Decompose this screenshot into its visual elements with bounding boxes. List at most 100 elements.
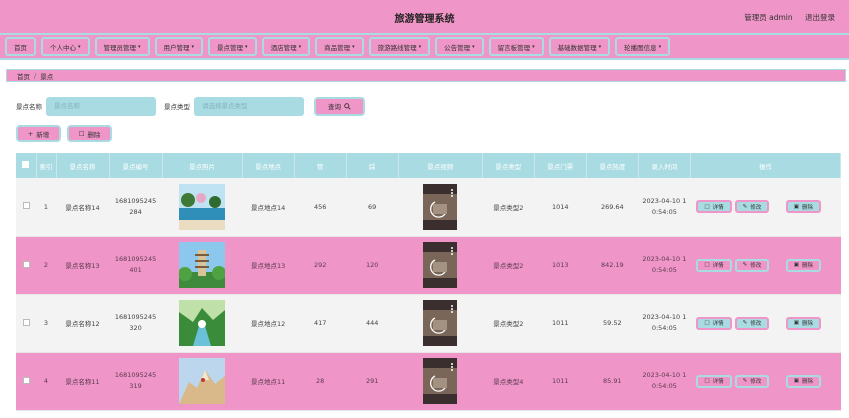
- row-checkbox[interactable]: [22, 260, 30, 268]
- add-button[interactable]: + 新增: [16, 125, 61, 142]
- column-header: 录入时间: [638, 153, 691, 178]
- row-delete-button[interactable]: ▣ 删除: [785, 200, 821, 214]
- row-select-cell[interactable]: [16, 294, 36, 353]
- nav-item[interactable]: 商品管理 ▾: [315, 37, 364, 56]
- nav-item[interactable]: 首页: [5, 37, 36, 56]
- chevron-down-icon: ▾: [191, 43, 195, 50]
- edit-button[interactable]: ✎ 修改: [734, 258, 770, 272]
- row-select-cell[interactable]: [16, 236, 36, 295]
- breadcrumb-home[interactable]: 首页: [17, 71, 30, 81]
- video-cell: [398, 236, 483, 295]
- attraction-photo[interactable]: [162, 300, 242, 346]
- time-cell: 2023-04-10 10:54:05: [638, 236, 691, 295]
- time-text: 2023-04-10 10:54:05: [642, 255, 687, 274]
- index-cell: 2: [36, 236, 56, 295]
- nav-item[interactable]: 管理员管理 ▾: [94, 37, 150, 56]
- attraction-video[interactable]: [398, 300, 482, 346]
- type-search-select[interactable]: [194, 96, 304, 116]
- nav-item[interactable]: 公告管理 ▾: [435, 37, 484, 56]
- table-header: 索引 景点名称 景点编号 景点照片 景点地点赞踩景点视频 景点类型 景点门票 景点热度 录入时间…: [16, 153, 842, 178]
- row-delete-button[interactable]: ▣ 删除: [785, 258, 821, 272]
- detail-button[interactable]: □ 详情: [696, 316, 732, 330]
- column-header: 景点门票: [534, 153, 587, 178]
- photo-cell: [162, 294, 243, 353]
- row-select-cell[interactable]: [16, 352, 36, 411]
- attraction-photo[interactable]: [162, 358, 242, 404]
- row-delete-button[interactable]: ▣ 删除: [785, 374, 821, 388]
- nav-item[interactable]: 景点管理 ▾: [208, 37, 257, 56]
- column-header: 景点地点: [242, 153, 295, 178]
- nav-item-label: 轮播图信息: [624, 43, 657, 52]
- photo-cell: [162, 352, 243, 411]
- attraction-photo[interactable]: [162, 183, 242, 230]
- price-cell: 1013: [534, 236, 587, 295]
- code-cell: 1681095245319: [109, 352, 163, 411]
- pencil-icon: ✎: [742, 378, 748, 384]
- attraction-video[interactable]: [398, 242, 482, 288]
- row-checkbox[interactable]: [22, 318, 30, 326]
- likes-cell: 417: [294, 294, 347, 353]
- document-icon: □: [704, 203, 710, 210]
- detail-label: 详情: [712, 263, 724, 269]
- pencil-icon: ✎: [742, 262, 748, 268]
- heat-cell: 59.52: [586, 294, 639, 353]
- edit-button[interactable]: ✎ 修改: [734, 200, 770, 214]
- select-all-header[interactable]: [16, 153, 37, 178]
- edit-label: 修改: [750, 379, 762, 385]
- search-button[interactable]: 查询: [314, 96, 365, 116]
- nav-item[interactable]: 用户管理 ▾: [154, 37, 204, 56]
- chevron-down-icon: ▾: [418, 43, 422, 50]
- name-search-input[interactable]: [46, 96, 156, 116]
- add-button-label: 新增: [36, 130, 50, 139]
- index-cell: 3: [36, 294, 56, 353]
- breadcrumb-current: 景点: [40, 72, 54, 81]
- attraction-video[interactable]: [398, 183, 482, 230]
- batch-delete-button[interactable]: ☐ 删除: [67, 125, 112, 142]
- column-header: 操作: [690, 153, 842, 178]
- column-header: 踩: [346, 153, 399, 178]
- video-cell: [398, 294, 483, 353]
- time-cell: 2023-04-10 10:54:05: [638, 294, 691, 353]
- detail-button[interactable]: □ 详情: [696, 200, 732, 214]
- code-text: 1681095245401: [114, 255, 157, 274]
- row-checkbox[interactable]: [22, 376, 30, 384]
- photo-cell: [162, 236, 243, 295]
- row-delete-button[interactable]: ▣ 删除: [785, 316, 821, 330]
- nav-item[interactable]: 酒店管理 ▾: [261, 37, 311, 56]
- select-all-checkbox[interactable]: [22, 161, 30, 168]
- heat-cell: 85.91: [586, 352, 639, 411]
- batch-delete-label: 删除: [87, 130, 101, 139]
- admin-name: 管理员 admin: [744, 13, 793, 22]
- place-cell: 景点地点11: [242, 352, 295, 411]
- row-delete-label: 删除: [801, 379, 813, 385]
- document-icon: □: [704, 262, 710, 268]
- row-delete-label: 删除: [801, 204, 813, 211]
- edit-button[interactable]: ✎ 修改: [734, 316, 770, 330]
- nav-item[interactable]: 旅游路线管理 ▾: [368, 37, 431, 56]
- likes-cell: 292: [294, 236, 347, 295]
- detail-button[interactable]: □ 详情: [696, 258, 732, 272]
- trash-icon: ☐: [78, 129, 85, 138]
- nav-item[interactable]: 留言板管理 ▾: [488, 37, 544, 56]
- attraction-photo[interactable]: [162, 242, 242, 288]
- table-row: 2 景点名称13 1681095245401 景点地点13 292 120 景点类型2 101…: [16, 236, 841, 295]
- nav-item-label: 基础数据管理: [557, 43, 597, 52]
- detail-button[interactable]: □ 详情: [696, 374, 732, 388]
- nav-item[interactable]: 轮播图信息 ▾: [615, 37, 671, 56]
- edit-button[interactable]: ✎ 修改: [734, 374, 770, 388]
- place-cell: 景点地点13: [242, 236, 295, 295]
- dislikes-cell: 120: [346, 236, 399, 295]
- photo-cell: [162, 178, 243, 237]
- nav-item-label: 旅游路线管理: [377, 43, 417, 52]
- attraction-video[interactable]: [398, 358, 482, 404]
- table-row: 1 景点名称14 1681095245284 景点地点14 456 69 景点类型2 1014…: [16, 178, 841, 237]
- row-checkbox[interactable]: [22, 202, 30, 210]
- column-header: 景点类型: [482, 153, 535, 178]
- time-text: 2023-04-10 10:54:05: [642, 313, 687, 332]
- nav-item[interactable]: 个人中心 ▾: [41, 37, 90, 56]
- code-text: 1681095245320: [114, 313, 157, 332]
- row-select-cell[interactable]: [16, 178, 36, 237]
- logout-link[interactable]: 退出登录: [805, 13, 835, 22]
- chevron-down-icon: ▾: [658, 43, 662, 50]
- nav-item[interactable]: 基础数据管理 ▾: [548, 37, 611, 56]
